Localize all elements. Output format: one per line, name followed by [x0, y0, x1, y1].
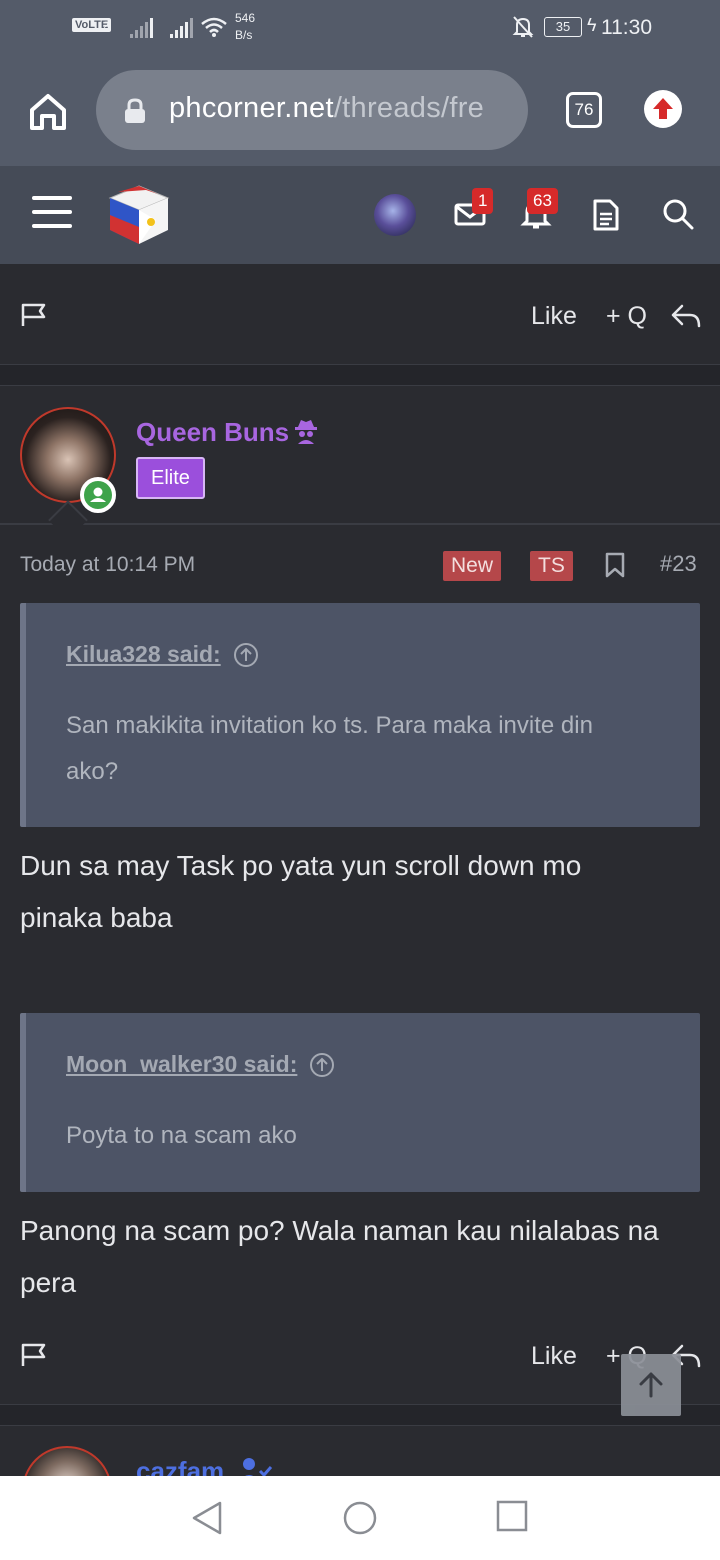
post-actions: Like + Q — [0, 264, 720, 364]
signal-icon — [170, 18, 194, 38]
home-circle-icon[interactable] — [342, 1500, 378, 1536]
back-icon[interactable] — [190, 1500, 224, 1536]
new-tag: New — [443, 551, 502, 581]
author-username[interactable]: Queen Buns — [136, 417, 289, 448]
status-bar: VoLTE 2 546 B/s 35 ϟ 11:30 — [0, 0, 720, 56]
post-number[interactable]: #23 — [660, 551, 697, 577]
status-time: 11:30 — [601, 16, 652, 39]
lock-icon — [125, 98, 145, 123]
quote-block: Moon_walker30 said: Poyta to na scam ako — [20, 1013, 700, 1192]
user-title-badge: Elite — [136, 457, 205, 499]
spy-icon — [295, 420, 317, 444]
url-path: /threads/fre — [333, 92, 485, 124]
multi-quote-button[interactable]: + Q — [606, 302, 647, 331]
upload-icon — [653, 98, 673, 119]
user-avatar[interactable] — [374, 194, 416, 236]
like-button[interactable]: Like — [531, 302, 577, 331]
volte-sim-number: 2 — [103, 20, 110, 32]
flag-icon[interactable] — [20, 1342, 48, 1368]
bell-muted-icon — [512, 16, 534, 38]
system-nav-bar — [0, 1476, 720, 1560]
url-host: phcorner.net — [169, 92, 334, 124]
post-actions: Like + Q — [0, 1304, 720, 1404]
charging-icon: ϟ — [587, 15, 597, 35]
arrow-up-icon — [639, 1372, 663, 1398]
tabs-button[interactable]: 76 — [566, 92, 602, 128]
upload-button[interactable] — [644, 90, 682, 128]
quote-text: San makikita invitation ko ts. Para maka… — [66, 712, 593, 785]
search-icon[interactable] — [662, 198, 694, 230]
wifi-icon — [201, 17, 227, 37]
quote-text: Poyta to na scam ako — [66, 1122, 297, 1149]
browser-toolbar: phcorner.net/threads/fre 76 — [0, 56, 720, 166]
recents-icon[interactable] — [496, 1500, 528, 1532]
network-speed: 546 B/s — [235, 11, 256, 42]
signal-icon — [130, 18, 154, 38]
post-message: Panong na scam po? Wala naman kau nilala… — [20, 1215, 659, 1298]
online-status-icon — [80, 477, 116, 513]
address-bar[interactable]: phcorner.net/threads/fre — [96, 70, 528, 150]
post-author-block: Queen Buns Elite — [0, 387, 720, 525]
post-meta: Today at 10:14 PM New TS #23 — [0, 527, 720, 603]
reply-icon[interactable] — [670, 302, 702, 330]
menu-icon[interactable] — [32, 196, 72, 232]
arrow-up-circle-icon[interactable] — [309, 1052, 335, 1078]
document-icon[interactable] — [592, 198, 620, 232]
scroll-top-button[interactable] — [621, 1354, 681, 1416]
like-button[interactable]: Like — [531, 1342, 577, 1371]
quote-author[interactable]: Kilua328 said: — [66, 641, 259, 668]
post-time[interactable]: Today at 10:14 PM — [20, 553, 195, 577]
arrow-up-circle-icon[interactable] — [233, 642, 259, 668]
quote-author[interactable]: Moon_walker30 said: — [66, 1051, 335, 1078]
battery-indicator: 35 — [544, 17, 582, 37]
post-message: Dun sa may Task po yata yun scroll down … — [20, 850, 582, 933]
quote-block: Kilua328 said: San makikita invitation k… — [20, 603, 700, 827]
ts-tag: TS — [530, 551, 573, 581]
user-online-icon — [90, 487, 106, 502]
site-logo[interactable] — [106, 182, 172, 248]
alerts-badge: 63 — [527, 188, 558, 214]
messages-badge: 1 — [472, 188, 494, 214]
url-text: phcorner.net/threads/fre — [169, 92, 484, 125]
bookmark-icon[interactable] — [604, 551, 626, 579]
post-separator — [0, 1404, 720, 1426]
site-header: 1 63 — [0, 166, 720, 264]
home-icon[interactable] — [24, 88, 72, 136]
post-separator — [0, 364, 720, 386]
flag-icon[interactable] — [20, 302, 48, 328]
